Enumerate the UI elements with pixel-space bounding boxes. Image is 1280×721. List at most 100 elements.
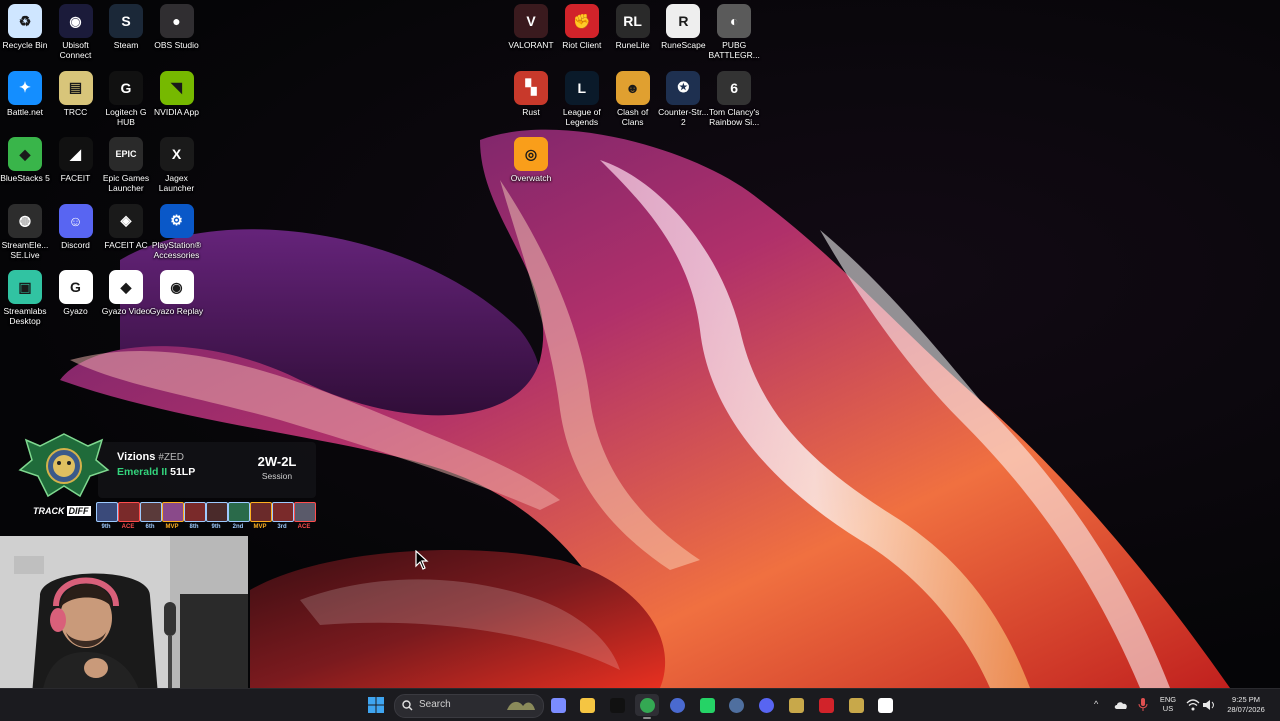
desktop-icon-recycle-bin[interactable]: ♻ Recycle Bin	[0, 0, 50, 50]
pubg-battlegrounds-icon: ◐	[717, 4, 752, 38]
league-of-legends-icon	[788, 697, 804, 713]
match-entry: ACE	[118, 502, 140, 531]
discord-icon	[759, 697, 775, 713]
riot-vanguard-icon	[669, 697, 685, 713]
desktop-icon-label: Gyazo	[63, 306, 88, 316]
desktop-icon-valorant[interactable]: V VALORANT	[506, 0, 556, 50]
taskbar-app-chrome[interactable]	[635, 694, 660, 719]
obs-icon	[878, 697, 894, 713]
volume-icon[interactable]	[1202, 699, 1216, 711]
clash-of-clans-icon: ☻	[615, 70, 650, 105]
summoner-name: Vizions #ZED	[117, 451, 184, 463]
desktop-icon-jagex-launcher[interactable]: X Jagex Launcher	[152, 133, 202, 193]
taskbar-app-league-of-legends[interactable]	[784, 694, 808, 716]
microphone-icon[interactable]	[1138, 698, 1148, 712]
desktop-icon-obs-studio[interactable]: ● OBS Studio	[152, 0, 202, 50]
desktop-icon-runelite[interactable]: RL RuneLite	[608, 0, 658, 50]
windows-logo-icon	[368, 697, 384, 713]
desktop-icon-discord[interactable]: ☺ Discord	[51, 200, 101, 250]
champion-portrait-icon	[228, 502, 250, 522]
match-entry: MVP	[250, 502, 272, 531]
streamlabs-desktop-icon: ▣	[8, 270, 42, 304]
recycle-bin-icon: ♻	[8, 4, 42, 38]
desktop-icon-label: Ubisoft Connect	[59, 40, 92, 60]
taskbar-search-box[interactable]: Search	[394, 694, 544, 718]
desktop-icon-clash-of-clans[interactable]: ☻ Clash of Clans	[608, 67, 658, 127]
taskbar-app-obs[interactable]	[874, 694, 898, 716]
overwatch-icon: ◎	[514, 137, 548, 171]
match-entry: 3rd	[272, 502, 294, 531]
rank-tier: Emerald II	[117, 466, 168, 478]
trackdiff-logo: TRACK DIFF	[33, 506, 91, 516]
desktop-icon-label: StreamEle... SE.Live	[1, 239, 49, 260]
champion-portrait-icon	[162, 502, 184, 522]
desktop-icon-overwatch[interactable]: ◎ Overwatch	[506, 133, 556, 183]
desktop-icon-label: Streamlabs Desktop	[3, 306, 47, 326]
desktop-icon-label: Clash of Clans	[617, 106, 649, 127]
champion-portrait-icon	[184, 502, 206, 522]
desktop-icon-gyazo[interactable]: G Gyazo	[51, 266, 101, 316]
champion-portrait-icon	[272, 502, 294, 522]
desktop-icon-steam[interactable]: S Steam	[101, 0, 151, 50]
desktop-icon-label: Recycle Bin	[2, 40, 48, 50]
logitech-g-hub-icon: G	[109, 70, 143, 105]
desktop-icon-label: Gyazo Replay	[149, 306, 204, 316]
champion-portrait-icon	[140, 502, 162, 522]
taskbar-app-tiktok[interactable]	[606, 694, 630, 716]
desktop-icon-battle-net[interactable]: ✦ Battle.net	[0, 67, 50, 117]
desktop-icon-rust[interactable]: ▚ Rust	[506, 67, 556, 117]
desktop-icon-nvidia-app[interactable]: ◥ NVIDIA App	[152, 67, 202, 117]
taskbar-app-whatsapp[interactable]	[695, 694, 719, 716]
desktop-icon-trcc[interactable]: ▤ TRCC	[51, 67, 101, 117]
taskbar-app-steam[interactable]	[725, 694, 749, 716]
desktop-icon-label: FACEIT	[60, 173, 91, 183]
desktop-icon-pubg-battlegrounds[interactable]: ◐ PUBG BATTLEGR...	[708, 0, 760, 60]
start-button[interactable]	[364, 694, 388, 716]
desktop-icon-faceit[interactable]: ◢ FACEIT	[51, 133, 101, 183]
taskbar-app-copilot[interactable]	[546, 694, 570, 716]
search-highlight-icon	[507, 701, 535, 710]
onedrive-cloud-icon[interactable]	[1114, 700, 1128, 710]
desktop-icon-faceit-ac[interactable]: ◈ FACEIT AC	[101, 200, 151, 250]
taskbar-app-league-client[interactable]	[844, 694, 868, 716]
desktop-icon-epic-games-launcher[interactable]: EPIC Epic Games Launcher	[101, 133, 151, 193]
desktop-icon-league-of-legends[interactable]: L League of Legends	[557, 67, 607, 127]
taskbar-app-file-explorer[interactable]	[576, 694, 600, 716]
desktop-icon-bluestacks-5[interactable]: ◆ BlueStacks 5	[0, 133, 50, 183]
desktop-icon-gyazo-replay[interactable]: ◉ Gyazo Replay	[149, 266, 204, 316]
match-placement: ACE	[121, 524, 135, 530]
desktop-icon-riot-client[interactable]: ✊ Riot Client	[557, 0, 607, 50]
tray-language-indicator[interactable]: ENG US	[1156, 695, 1180, 713]
match-placement: 8th	[189, 524, 199, 530]
desktop-icon-label: RuneLite	[615, 40, 650, 50]
tray-clock[interactable]: 9:25 PM 28/07/2026	[1218, 695, 1274, 715]
match-placement: 9th	[101, 524, 111, 530]
taskbar: Search ^ ENG US 9:25 PM 28/07/2026	[0, 688, 1280, 721]
steam-icon: S	[109, 4, 143, 38]
rust-icon: ▚	[514, 70, 548, 105]
emerald-rank-emblem-icon	[18, 433, 110, 498]
tray-overflow-chevron-icon[interactable]: ^	[1094, 699, 1098, 709]
desktop-icon-playstation-accessories[interactable]: ⚙ PlayStation® Accessories	[152, 200, 202, 260]
desktop-icon-rainbow-six[interactable]: 6 Tom Clancy's Rainbow Si...	[709, 67, 759, 127]
desktop-icon-ubisoft-connect[interactable]: ◉ Ubisoft Connect	[51, 0, 101, 60]
copilot-icon	[550, 697, 566, 713]
desktop-icon-logitech-g-hub[interactable]: G Logitech G HUB	[101, 67, 151, 127]
desktop-icon-runescape[interactable]: R RuneScape	[658, 0, 708, 50]
desktop-icon-label: Steam	[113, 40, 139, 50]
taskbar-app-riot-vanguard[interactable]	[665, 694, 689, 716]
desktop-icon-gyazo-video[interactable]: ◆ Gyazo Video	[101, 266, 151, 316]
clock-date: 28/07/2026	[1227, 705, 1265, 714]
wifi-icon[interactable]	[1186, 699, 1200, 711]
desktop-icon-streamelements-selive[interactable]: ◍ StreamEle... SE.Live	[0, 200, 50, 260]
taskbar-app-riot-client[interactable]	[814, 694, 838, 716]
desktop-icon-streamlabs-desktop[interactable]: ▣ Streamlabs Desktop	[0, 266, 50, 326]
desktop-icon-label: Gyazo Video	[101, 306, 151, 316]
desktop-icon-counter-strike-2[interactable]: ✪ Counter-Str... 2	[658, 67, 709, 127]
desktop-icon-label: PlayStation® Accessories	[151, 239, 202, 260]
desktop-icon-label: PUBG BATTLEGR...	[708, 40, 760, 60]
taskbar-app-discord[interactable]	[755, 694, 779, 716]
desktop-icon-label: RuneScape	[661, 40, 706, 50]
nvidia-app-icon: ◥	[159, 70, 194, 105]
tiktok-icon	[610, 697, 626, 713]
